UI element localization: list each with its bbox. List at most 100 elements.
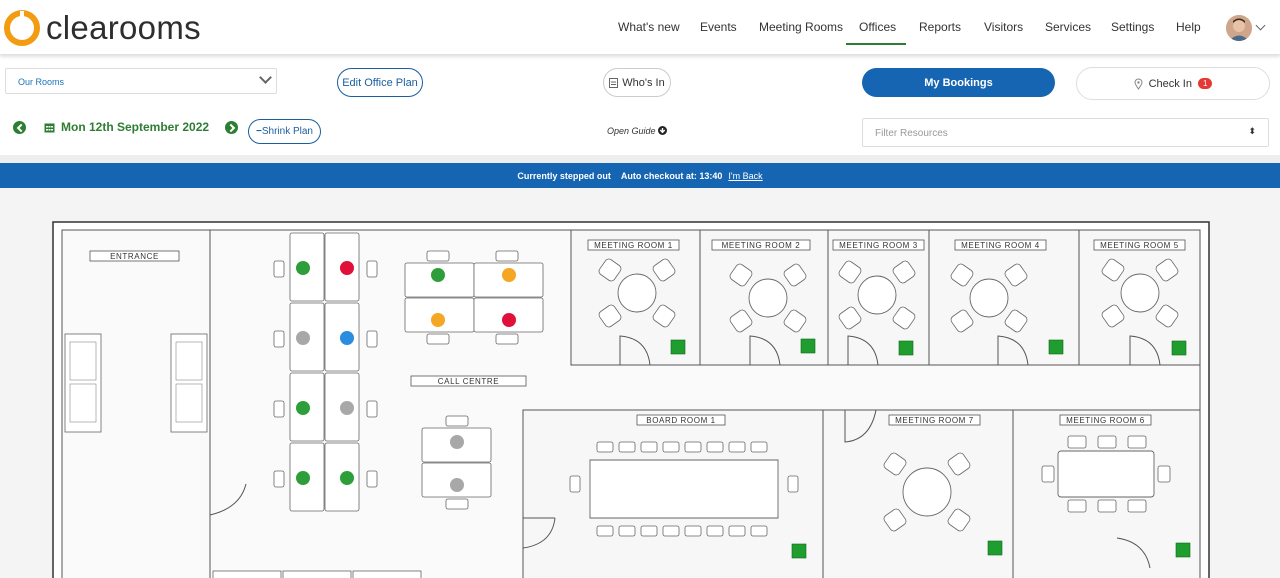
desk-status-a-3[interactable] <box>296 331 310 345</box>
previous-day-icon[interactable] <box>13 120 26 134</box>
user-avatar[interactable] <box>1226 15 1252 41</box>
meeting-room-4-status[interactable] <box>1048 339 1064 355</box>
status-text: Currently stepped out <box>517 170 611 181</box>
desk-status-a-2[interactable] <box>340 261 354 275</box>
my-bookings-label: My Bookings <box>924 76 993 89</box>
desk-status-a-6[interactable] <box>340 401 354 415</box>
meeting-room-2-label-text: MEETING ROOM 2 <box>722 241 801 250</box>
desk-status-c-1[interactable] <box>450 435 464 449</box>
desk-status-b-2[interactable] <box>502 268 516 282</box>
meeting-room-2-label: MEETING ROOM 2 <box>711 239 811 251</box>
meeting-room-6-chair-right <box>1157 465 1171 483</box>
desk-status-a-8[interactable] <box>340 471 354 485</box>
shrink-plan-label: Shrink Plan <box>261 126 313 137</box>
whos-in-button[interactable]: Who's In <box>603 68 671 97</box>
check-in-button[interactable]: Check In 1 <box>1076 67 1270 100</box>
meeting-room-1-table <box>617 273 657 313</box>
user-menu-chevron-icon[interactable] <box>1255 20 1266 31</box>
chair-a-1 <box>273 260 285 278</box>
desk-status-b-4[interactable] <box>502 313 516 327</box>
board-room-chair-top-8 <box>750 441 768 453</box>
location-pin-icon <box>1134 78 1143 90</box>
meeting-room-5-label: MEETING ROOM 5 <box>1093 239 1186 251</box>
filter-resources-select[interactable]: Filter Resources ⬍ <box>862 118 1269 147</box>
sort-updown-icon: ⬍ <box>1248 126 1256 136</box>
bottom-desk-1 <box>212 570 282 578</box>
rooms-select[interactable]: Our Rooms <box>5 68 277 94</box>
board-room-chair-top-3 <box>640 441 658 453</box>
arrow-down-circle-icon <box>658 126 668 135</box>
meeting-room-2-status[interactable] <box>800 338 816 354</box>
board-room-chair-top-7 <box>728 441 746 453</box>
current-date[interactable]: Mon 12th September 2022 <box>61 120 209 134</box>
nav-reports[interactable]: Reports <box>919 20 961 34</box>
nav-services[interactable]: Services <box>1045 20 1091 34</box>
check-in-label: Check In <box>1148 77 1192 90</box>
calendar-icon[interactable] <box>44 122 55 133</box>
desk-status-a-4[interactable] <box>340 331 354 345</box>
nav-help[interactable]: Help <box>1176 20 1201 34</box>
edit-office-plan-button[interactable]: Edit Office Plan <box>337 68 423 97</box>
meeting-room-3-status[interactable] <box>898 340 914 356</box>
meeting-room-6-status[interactable] <box>1175 542 1191 558</box>
entrance-bench-seat-a-2 <box>175 341 203 381</box>
desk-status-c-2[interactable] <box>450 478 464 492</box>
bottom-desk-3 <box>352 570 422 578</box>
entrance-label-text: ENTRANCE <box>110 252 159 261</box>
meeting-room-4-label-text: MEETING ROOM 4 <box>961 241 1040 250</box>
nav-offices[interactable]: Offices <box>859 20 896 34</box>
board-room-chair-bottom-7 <box>728 525 746 537</box>
meeting-room-3-table <box>857 275 897 315</box>
board-room-chair-bottom-4 <box>662 525 680 537</box>
meeting-room-1-label-text: MEETING ROOM 1 <box>594 241 673 250</box>
desk-status-a-7[interactable] <box>296 471 310 485</box>
meeting-room-4-table <box>969 278 1009 318</box>
nav-visitors[interactable]: Visitors <box>984 20 1023 34</box>
nav-events[interactable]: Events <box>700 20 737 34</box>
im-back-link[interactable]: I'm Back <box>728 171 762 181</box>
meeting-room-4-label: MEETING ROOM 4 <box>954 239 1047 251</box>
meeting-room-6-label-text: MEETING ROOM 6 <box>1066 416 1145 425</box>
meeting-room-6-chair-top-1 <box>1067 435 1087 449</box>
meeting-room-6-chair-bottom-2 <box>1097 499 1117 513</box>
next-day-icon[interactable] <box>225 120 239 134</box>
check-in-count-badge: 1 <box>1197 78 1213 89</box>
board-room-chair-bottom-6 <box>706 525 724 537</box>
whos-in-label: Who's In <box>622 76 665 89</box>
nav-settings[interactable]: Settings <box>1111 20 1154 34</box>
nav-meeting-rooms[interactable]: Meeting Rooms <box>759 20 843 34</box>
board-room-chair-bottom-3 <box>640 525 658 537</box>
meeting-room-5-status[interactable] <box>1171 340 1187 356</box>
desk-status-b-3[interactable] <box>431 313 445 327</box>
filter-resources-placeholder: Filter Resources <box>875 128 948 139</box>
desk-status-b-1[interactable] <box>431 268 445 282</box>
chair-b-1 <box>426 250 450 262</box>
board-room-1-label: BOARD ROOM 1 <box>636 414 726 426</box>
clipboard-icon <box>609 78 619 88</box>
chair-b-2 <box>495 250 519 262</box>
desk-status-a-1[interactable] <box>296 261 310 275</box>
meeting-room-1-status[interactable] <box>670 339 686 355</box>
board-room-1-status[interactable] <box>791 543 807 559</box>
meeting-room-7-status[interactable] <box>987 540 1003 556</box>
meeting-room-6-chair-bottom-3 <box>1127 499 1147 513</box>
chair-a-2 <box>366 260 378 278</box>
my-bookings-button[interactable]: My Bookings <box>862 68 1055 97</box>
nav-active-indicator <box>846 43 906 45</box>
board-room-chair-bottom-1 <box>596 525 614 537</box>
meeting-room-5-label-text: MEETING ROOM 5 <box>1100 241 1179 250</box>
meeting-room-6-label: MEETING ROOM 6 <box>1059 414 1152 426</box>
clearooms-logo[interactable]: clearooms <box>4 8 201 48</box>
board-room-chair-left <box>569 475 581 493</box>
meeting-room-6-table <box>1057 450 1155 498</box>
chair-a-4 <box>366 330 378 348</box>
chevron-down-icon <box>259 71 272 84</box>
shrink-plan-button[interactable]: − Shrink Plan <box>248 119 321 144</box>
chair-a-5 <box>273 400 285 418</box>
open-guide-link[interactable]: Open Guide <box>607 126 668 136</box>
meeting-room-2-table <box>748 278 788 318</box>
nav-whats-new[interactable]: What's new <box>618 20 680 34</box>
desk-status-a-5[interactable] <box>296 401 310 415</box>
top-nav: clearooms What's new Events Meeting Room… <box>0 0 1280 55</box>
chair-b-4 <box>495 333 519 345</box>
